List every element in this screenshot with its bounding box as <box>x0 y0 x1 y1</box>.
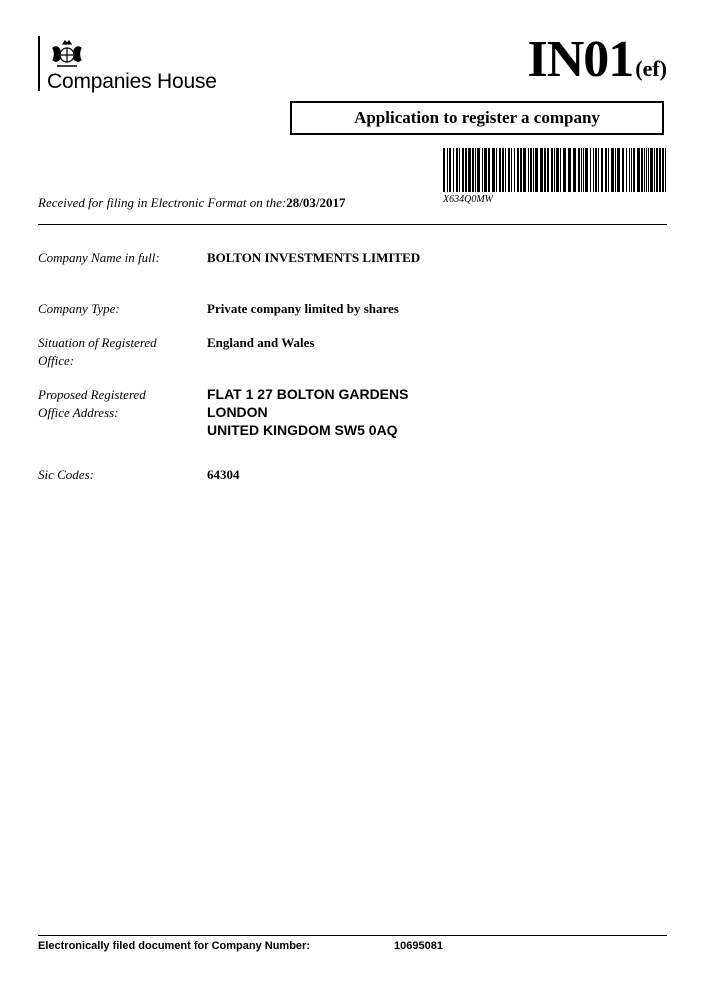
barcode-bar <box>644 148 645 192</box>
barcode-bar <box>517 148 519 192</box>
barcode-bar <box>465 148 467 192</box>
barcode-bar <box>656 148 658 192</box>
barcode-bar <box>629 148 630 192</box>
address-line-1: FLAT 1 27 BOLTON GARDENS <box>207 386 409 402</box>
barcode-bar <box>520 148 522 192</box>
barcode-bar <box>662 148 664 192</box>
barcode-text: X634Q0MW <box>443 194 493 205</box>
barcode-bar <box>482 148 483 192</box>
company-number: 10695081 <box>394 940 443 952</box>
barcode-bar <box>449 148 451 192</box>
barcode-bar <box>511 148 512 192</box>
form-code-main: IN01 <box>527 31 634 88</box>
barcode-bar <box>514 148 515 192</box>
barcode-bar <box>475 148 476 192</box>
barcode-bar <box>560 148 561 192</box>
document-title: Application to register a company <box>290 101 664 135</box>
barcode <box>443 148 666 192</box>
barcode-bar <box>508 148 510 192</box>
received-date: 28/03/2017 <box>286 195 346 210</box>
barcode-bar <box>601 148 603 192</box>
barcode-bar <box>563 148 566 192</box>
received-label: Received for filing in Electronic Format… <box>38 195 287 210</box>
barcode-bar <box>462 148 464 192</box>
barcode-bar <box>505 148 506 192</box>
logo-divider <box>38 36 40 91</box>
barcode-bar <box>593 148 594 192</box>
barcode-bar <box>488 148 490 192</box>
barcode-bar <box>556 148 559 192</box>
barcode-bar <box>554 148 555 192</box>
barcode-bar <box>648 148 649 192</box>
barcode-bar <box>551 148 553 192</box>
address-label: Proposed Registered Office Address: <box>38 387 146 420</box>
barcode-bar <box>459 148 460 192</box>
barcode-bar <box>595 148 597 192</box>
footer-label: Electronically filed document for Compan… <box>38 940 310 952</box>
form-code: IN01(ef) <box>527 34 667 86</box>
barcode-bar <box>659 148 661 192</box>
barcode-bar <box>544 148 546 192</box>
received-line: Received for filing in Electronic Format… <box>38 195 346 211</box>
barcode-bar <box>583 148 584 192</box>
header-divider <box>38 224 667 225</box>
barcode-bar <box>484 148 487 192</box>
barcode-bar <box>573 148 576 192</box>
royal-crest-icon <box>52 40 82 67</box>
barcode-bar <box>535 148 538 192</box>
barcode-bar <box>568 148 571 192</box>
address-value: FLAT 1 27 BOLTON GARDENS LONDON UNITED K… <box>207 385 408 439</box>
barcode-bar <box>617 148 620 192</box>
barcode-bar <box>492 148 495 192</box>
company-name-label: Company Name in full: <box>38 250 160 265</box>
barcode-bar <box>585 148 588 192</box>
barcode-bar <box>530 148 532 192</box>
barcode-bar <box>523 148 526 192</box>
barcode-bar <box>611 148 614 192</box>
address-line-2: LONDON <box>207 404 268 420</box>
barcode-bar <box>499 148 501 192</box>
barcode-bar <box>633 148 635 192</box>
barcode-bar <box>622 148 624 192</box>
address-line-3: UNITED KINGDOM SW5 0AQ <box>207 422 398 438</box>
barcode-bar <box>547 148 549 192</box>
barcode-bar <box>502 148 504 192</box>
form-code-suffix: (ef) <box>635 56 667 81</box>
barcode-bar <box>654 148 655 192</box>
barcode-bar <box>626 148 627 192</box>
situation-value: England and Wales <box>207 335 315 350</box>
barcode-bar <box>533 148 534 192</box>
company-name-value: BOLTON INVESTMENTS LIMITED <box>207 250 421 265</box>
barcode-bar <box>472 148 474 192</box>
barcode-bar <box>631 148 632 192</box>
company-type-label: Company Type: <box>38 301 120 316</box>
barcode-bar <box>477 148 480 192</box>
sic-codes-value: 64304 <box>207 467 240 482</box>
barcode-bar <box>605 148 607 192</box>
barcode-bar <box>447 148 448 192</box>
barcode-bar <box>646 148 647 192</box>
barcode-bar <box>641 148 643 192</box>
barcode-bar <box>540 148 543 192</box>
barcode-bar <box>496 148 497 192</box>
footer-divider <box>38 935 667 936</box>
barcode-bar <box>528 148 529 192</box>
company-type-value: Private company limited by shares <box>207 301 399 316</box>
brand-name: Companies House <box>47 70 217 93</box>
barcode-bar <box>590 148 591 192</box>
barcode-bar <box>665 148 666 192</box>
barcode-bar <box>637 148 640 192</box>
barcode-bar <box>443 148 445 192</box>
barcode-bar <box>468 148 471 192</box>
barcode-bar <box>608 148 609 192</box>
barcode-bar <box>578 148 580 192</box>
barcode-bar <box>453 148 454 192</box>
barcode-bar <box>615 148 616 192</box>
barcode-bar <box>456 148 458 192</box>
barcode-bar <box>598 148 599 192</box>
barcode-bar <box>581 148 582 192</box>
situation-label: Situation of Registered Office: <box>38 335 157 368</box>
sic-codes-label: Sic Codes: <box>38 467 94 482</box>
barcode-bar <box>650 148 653 192</box>
